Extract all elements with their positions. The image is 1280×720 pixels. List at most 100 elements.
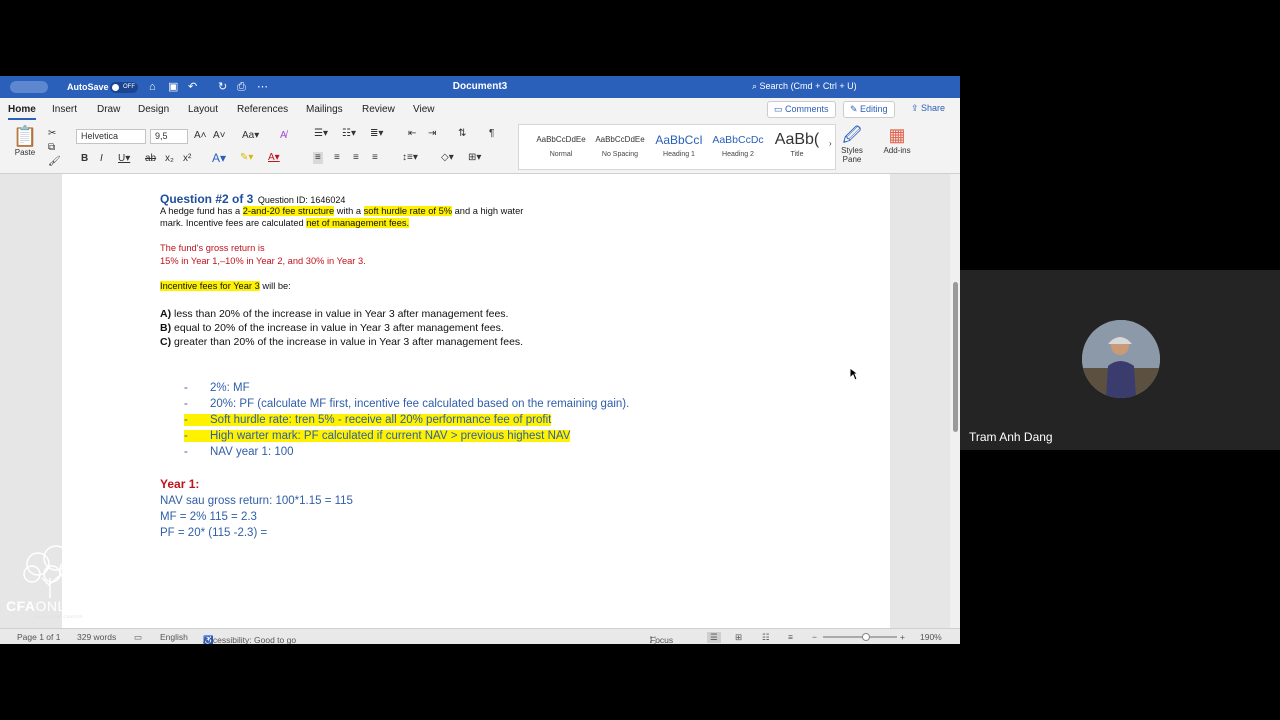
numbering-icon[interactable]: ☷▾ <box>342 128 356 140</box>
logo-subtitle: EDUCATION CENTER <box>34 614 83 619</box>
participant-tile[interactable]: Tram Anh Dang <box>960 270 1280 450</box>
draft-icon[interactable]: ≡ <box>788 632 793 642</box>
zoom-slider-thumb[interactable] <box>862 633 870 641</box>
style-sample: AaBbCcDdEe <box>536 135 586 144</box>
zoom-slider[interactable] <box>823 636 897 638</box>
change-case-icon[interactable]: Aa▾ <box>242 130 259 142</box>
tab-design[interactable]: Design <box>138 104 169 115</box>
format-painter-icon[interactable]: 🖌 <box>48 156 61 168</box>
question-line-1: A hedge fund has a 2-and-20 fee structur… <box>160 205 523 217</box>
shrink-font-icon[interactable]: A˅ <box>213 130 226 142</box>
underline-icon[interactable]: U▾ <box>118 153 130 165</box>
print-layout-icon[interactable]: ☰ <box>707 632 721 643</box>
sort-icon[interactable]: ⇅ <box>458 128 466 140</box>
document-area[interactable]: Question #2 of 3 Question ID: 1646024 A … <box>0 174 960 628</box>
pilcrow-icon[interactable]: ¶ <box>489 128 494 140</box>
grow-font-icon[interactable]: A˄ <box>194 130 207 142</box>
focus-label: Focus <box>650 635 674 644</box>
increase-indent-icon[interactable]: ⇥ <box>428 128 436 140</box>
language[interactable]: English <box>160 632 188 642</box>
calc-line: MF = 2% 115 = 2.3 <box>160 511 257 523</box>
bullet-dash: - <box>184 398 188 410</box>
style-normal[interactable]: AaBbCcDdEe Normal <box>533 129 589 158</box>
addins-icon: ▦ <box>888 125 906 145</box>
comments-button[interactable]: ▭ Comments <box>767 101 836 118</box>
addins-button[interactable]: ▦ Add-ins <box>880 124 914 155</box>
tab-review[interactable]: Review <box>362 104 395 115</box>
multilevel-icon[interactable]: ≣▾ <box>370 128 383 140</box>
gallery-more-icon[interactable]: › <box>829 139 832 148</box>
copy-icon[interactable]: ⧉ <box>48 142 55 154</box>
bullet-dash: - <box>184 414 188 426</box>
editing-label: Editing <box>860 104 888 114</box>
scrollbar-thumb[interactable] <box>953 282 958 432</box>
clipboard-icon: 📋 <box>12 126 38 148</box>
style-heading-2[interactable]: AaBbCcDc Heading 2 <box>710 129 766 158</box>
year1-heading: Year 1: <box>160 477 200 491</box>
tab-home[interactable]: Home <box>8 104 36 120</box>
search-box[interactable]: ⌕ Search (Cmd + Ctrl + U) <box>752 81 857 92</box>
zoom-out-icon[interactable]: − <box>812 632 817 642</box>
proofing-icon[interactable]: ▭ <box>134 632 142 643</box>
subscript-icon[interactable]: x₂ <box>165 153 174 165</box>
comments-label: Comments <box>785 104 829 114</box>
editing-button[interactable]: ✎ Editing <box>843 101 895 118</box>
web-layout-icon[interactable]: ⊞ <box>735 632 742 643</box>
outline-icon[interactable]: ☷ <box>762 632 770 643</box>
style-name: Title <box>790 151 804 158</box>
italic-icon[interactable]: I <box>100 153 103 165</box>
highlight-icon[interactable]: ✎▾ <box>240 152 253 164</box>
paste-button[interactable]: 📋 Paste <box>10 126 40 157</box>
styles-pane-label: Styles Pane <box>841 146 863 164</box>
strikethrough-icon[interactable]: ab <box>145 153 156 165</box>
zoom-level[interactable]: 190% <box>920 632 942 642</box>
highlight-run: Incentive fees for Year 3 <box>160 281 260 291</box>
cut-icon[interactable]: ✂ <box>48 128 56 140</box>
align-left-icon[interactable]: ≡ <box>313 152 323 164</box>
text-effects-icon[interactable]: A▾ <box>212 152 226 164</box>
share-button[interactable]: ⇪ Share <box>905 101 951 118</box>
style-name: No Spacing <box>601 151 639 158</box>
word-count[interactable]: 329 words <box>77 632 116 642</box>
style-no-spacing[interactable]: AaBbCcDdEe No Spacing <box>592 129 648 158</box>
option-text: greater than 20% of the increase in valu… <box>171 336 524 348</box>
superscript-icon[interactable]: x² <box>183 153 191 165</box>
clear-format-icon[interactable]: A̸ <box>280 130 287 142</box>
style-title[interactable]: AaBb( Title <box>769 129 825 158</box>
bullet-dash: - <box>184 382 188 394</box>
tab-insert[interactable]: Insert <box>52 104 77 115</box>
ribbon-toolbar: 📋 Paste ✂ ⧉ 🖌 Helvetica 9,5 A˄ A˅ Aa▾ A̸… <box>0 120 960 174</box>
decrease-indent-icon[interactable]: ⇤ <box>408 128 416 140</box>
text-run: will be: <box>259 281 291 291</box>
text-run: and a high water <box>452 206 524 216</box>
tab-draw[interactable]: Draw <box>97 104 120 115</box>
vertical-scrollbar[interactable] <box>950 174 960 628</box>
font-name-select[interactable]: Helvetica <box>76 129 146 144</box>
tab-mailings[interactable]: Mailings <box>306 104 343 115</box>
bullet-dash: - <box>184 446 188 458</box>
styles-pane-button[interactable]: 🖉 Styles Pane <box>838 124 866 164</box>
justify-icon[interactable]: ≡ <box>372 152 378 164</box>
participant-avatar <box>1082 320 1160 398</box>
option-letter: C) <box>160 336 172 348</box>
styles-pane-icon: 🖉 <box>842 125 862 145</box>
tab-layout[interactable]: Layout <box>188 104 218 115</box>
align-right-icon[interactable]: ≡ <box>353 152 359 164</box>
page-count[interactable]: Page 1 of 1 <box>17 632 60 642</box>
borders-icon[interactable]: ⊞▾ <box>468 152 481 164</box>
font-size-select[interactable]: 9,5 <box>150 129 188 144</box>
question-line-2: mark. Incentive fees are calculated net … <box>160 217 410 229</box>
bullets-icon[interactable]: ☰▾ <box>314 128 328 140</box>
shading-icon[interactable]: ◇▾ <box>441 152 454 164</box>
bold-icon[interactable]: B <box>81 153 88 165</box>
document-page[interactable]: Question #2 of 3 Question ID: 1646024 A … <box>62 174 890 628</box>
tab-view[interactable]: View <box>413 104 435 115</box>
question-prompt: Incentive fees for Year 3 will be: <box>160 280 291 292</box>
zoom-in-icon[interactable]: + <box>900 632 905 642</box>
font-color-icon[interactable]: A▾ <box>268 152 280 164</box>
line-spacing-icon[interactable]: ↕≡▾ <box>402 152 418 164</box>
align-center-icon[interactable]: ≡ <box>334 152 340 164</box>
tab-references[interactable]: References <box>237 104 288 115</box>
style-heading-1[interactable]: AaBbCcI Heading 1 <box>651 129 707 158</box>
share-icon: ⇪ <box>911 103 922 113</box>
